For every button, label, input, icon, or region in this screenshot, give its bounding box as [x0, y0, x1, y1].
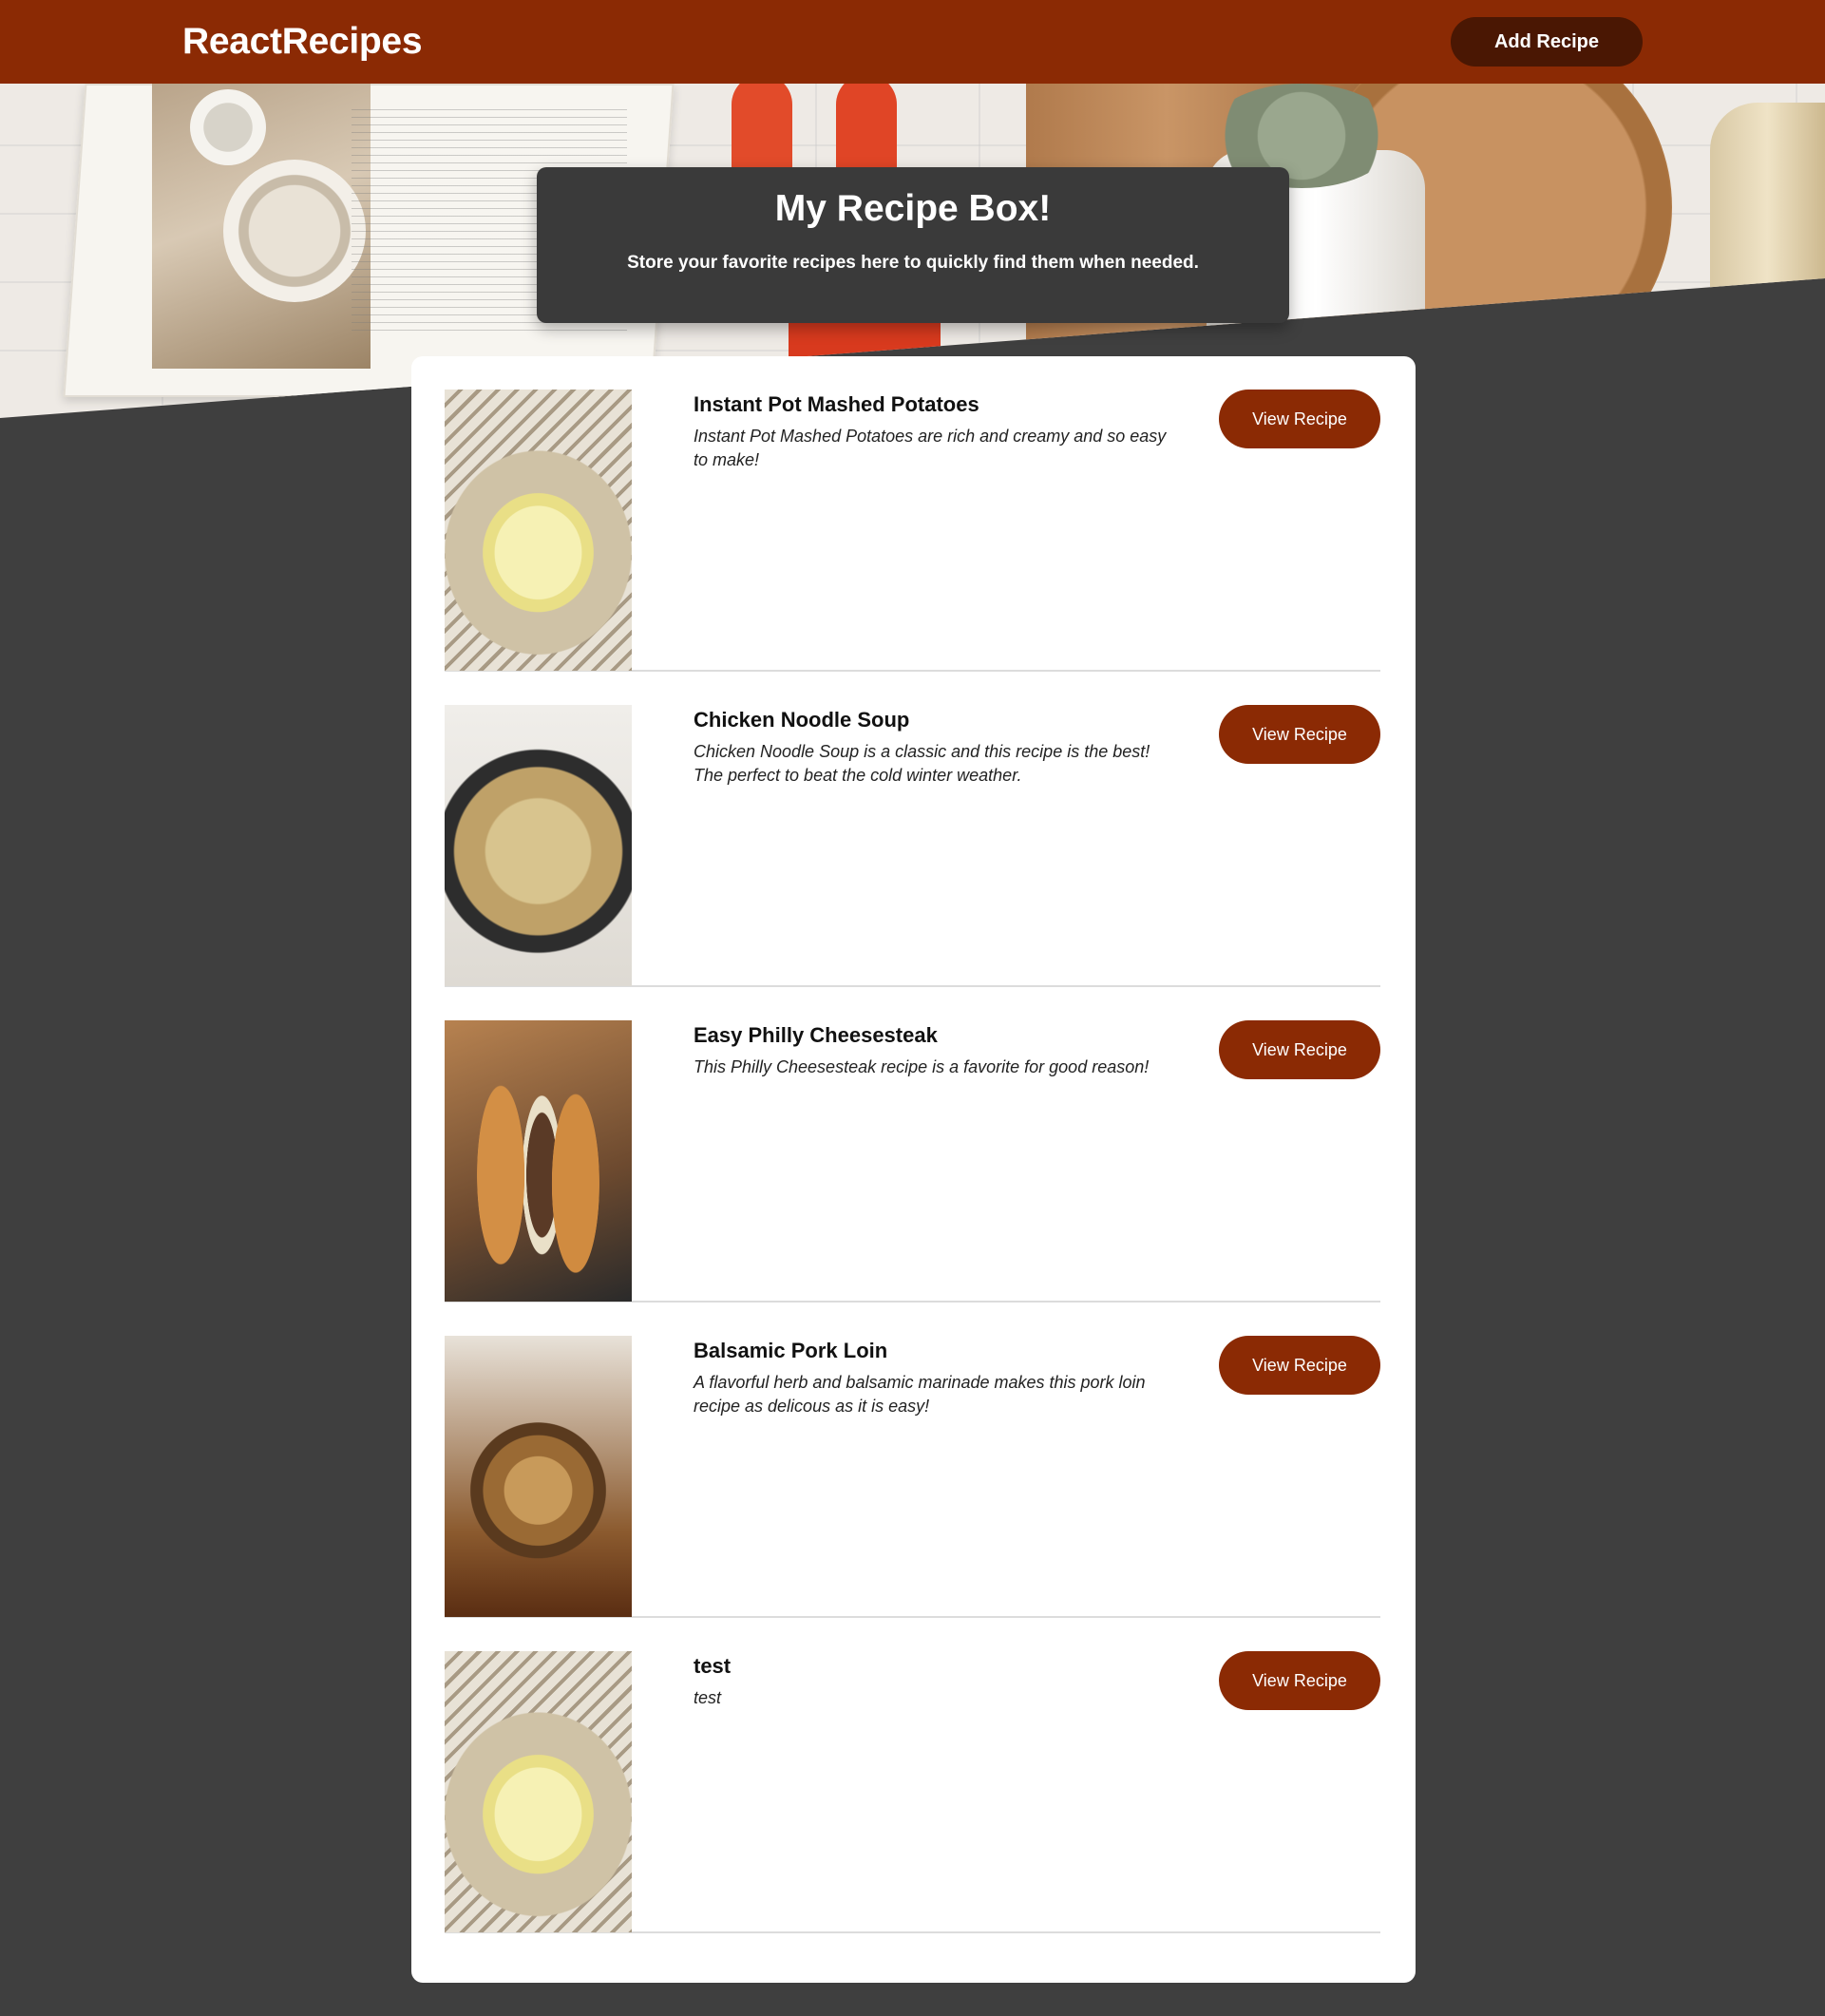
recipe-title: Chicken Noodle Soup: [694, 708, 910, 732]
recipe-item: Instant Pot Mashed Potatoes Instant Pot …: [445, 356, 1380, 672]
mashed-potatoes-photo: [445, 1651, 632, 1932]
recipe-thumbnail: [445, 705, 632, 986]
recipe-description: This Philly Cheesesteak recipe is a favo…: [694, 1057, 1150, 1076]
philly-cheesesteak-photo: [445, 1020, 632, 1302]
recipe-thumbnail: [445, 390, 632, 671]
page-title: My Recipe Box!: [774, 188, 1052, 229]
recipe-title: Easy Philly Cheesesteak: [694, 1023, 938, 1047]
recipe-item: test test View Recipe: [445, 1618, 1380, 1933]
brand-logo[interactable]: ReactRecipes: [182, 21, 423, 63]
recipe-thumbnail: [445, 1336, 632, 1617]
view-recipe-button[interactable]: View Recipe: [1219, 390, 1380, 448]
hero-card: My Recipe Box! Store your favorite recip…: [537, 167, 1289, 323]
chicken-noodle-soup-photo: [445, 705, 632, 986]
view-recipe-button[interactable]: View Recipe: [1219, 1020, 1380, 1079]
bottle-image: [1710, 103, 1825, 350]
add-recipe-button[interactable]: Add Recipe: [1451, 17, 1643, 67]
plate-image: [223, 160, 366, 302]
recipe-description: A flavorful herb and balsamic marinade m…: [694, 1373, 1146, 1416]
recipe-description: Chicken Noodle Soup is a classic and thi…: [694, 742, 1150, 785]
recipe-item: Balsamic Pork Loin A flavorful herb and …: [445, 1303, 1380, 1618]
recipe-thumbnail: [445, 1651, 632, 1932]
recipe-description: test: [694, 1688, 722, 1707]
view-recipe-button[interactable]: View Recipe: [1219, 1336, 1380, 1395]
recipe-title: test: [694, 1654, 732, 1678]
top-navbar: ReactRecipes Add Recipe: [0, 0, 1825, 84]
recipe-title: Balsamic Pork Loin: [694, 1339, 888, 1362]
recipe-item: Easy Philly Cheesesteak This Philly Chee…: [445, 987, 1380, 1303]
page-subtitle: Store your favorite recipes here to quic…: [627, 253, 1199, 273]
pork-loin-photo: [445, 1336, 632, 1617]
recipe-thumbnail: [445, 1020, 632, 1302]
recipe-title: Instant Pot Mashed Potatoes: [694, 392, 979, 416]
view-recipe-button[interactable]: View Recipe: [1219, 1651, 1380, 1710]
recipe-list: Instant Pot Mashed Potatoes Instant Pot …: [411, 356, 1416, 1983]
mashed-potatoes-photo: [445, 390, 632, 671]
small-bowl-image: [190, 89, 266, 165]
view-recipe-button[interactable]: View Recipe: [1219, 705, 1380, 764]
recipe-item: Chicken Noodle Soup Chicken Noodle Soup …: [445, 672, 1380, 987]
recipe-description: Instant Pot Mashed Potatoes are rich and…: [694, 427, 1167, 469]
